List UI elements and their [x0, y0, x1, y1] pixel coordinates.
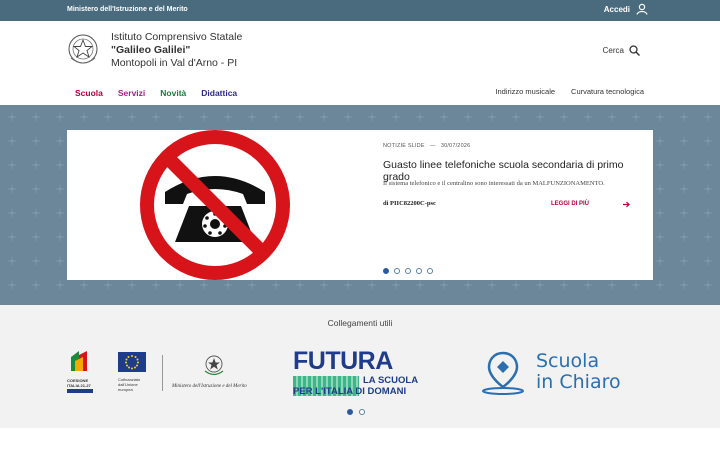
slide-dot-1[interactable]: [383, 268, 389, 274]
coesione-icon: [71, 351, 87, 371]
scuola-line2: in Chiaro: [536, 371, 621, 393]
links-dot-1[interactable]: [347, 409, 353, 415]
search-label: Cerca: [602, 46, 624, 55]
futura-logo[interactable]: FUTURA LA SCUOLA PER L'ITALIA DI DOMANI: [293, 349, 425, 397]
links-dot-2[interactable]: [359, 409, 365, 415]
school-location: Montopoli in Val d'Arno - PI: [111, 57, 238, 69]
map-pin-icon: [482, 351, 524, 395]
slide-meta: NOTIZIE SLIDE — 30/07/2026: [383, 143, 470, 149]
slide-date: 30/07/2026: [440, 143, 471, 149]
slide-author: di PIIC82200C-psc: [383, 200, 436, 207]
slide-pagination: [383, 268, 433, 274]
top-bar: Ministero dell'Istruzione e del Merito A…: [0, 0, 720, 21]
slide-image[interactable]: [67, 130, 368, 280]
futura-tagline: LA SCUOLA: [363, 376, 418, 386]
eu-flag-icon: [118, 352, 146, 372]
nav-indirizzo-musicale[interactable]: Indirizzo musicale: [495, 87, 555, 96]
republic-emblem-icon[interactable]: [67, 32, 99, 68]
login-label: Accedi: [603, 4, 630, 14]
useful-links: Collegamenti utili COESIONE ITALIA 21-27…: [0, 305, 720, 428]
site-header: Istituto Comprensivo Statale "Galileo Ga…: [0, 21, 720, 105]
login-button[interactable]: Accedi: [604, 3, 648, 15]
slide-dot-5[interactable]: [427, 268, 433, 274]
nav-curvatura-tecnologica[interactable]: Curvatura tecnologica: [571, 87, 644, 96]
futura-title: FUTURA: [293, 347, 393, 375]
links-pagination: [347, 409, 365, 415]
school-type: Istituto Comprensivo Statale: [111, 31, 243, 43]
slide-dot-4[interactable]: [416, 268, 422, 274]
ministry-link[interactable]: Ministero dell'Istruzione e del Merito: [67, 6, 188, 13]
main-nav: Scuola Servizi Novità Didattica: [75, 88, 237, 98]
useful-links-heading: Collegamenti utili: [327, 318, 393, 328]
secondary-nav: Indirizzo musicale Curvatura tecnologica: [495, 87, 644, 96]
school-name[interactable]: Istituto Comprensivo Statale "Galileo Ga…: [111, 31, 242, 70]
eu-logo[interactable]: Cofinanziato dall'Unione europea: [118, 352, 152, 392]
coesione-line2: ITALIA 21-27: [67, 383, 91, 388]
futura-line2: PER L'ITALIA DI DOMANI: [293, 386, 407, 397]
page-bottom: [0, 428, 720, 450]
scuola-in-chiaro-logo[interactable]: Scuola in Chiaro: [481, 349, 641, 399]
hero-carousel: NOTIZIE SLIDE — 30/07/2026 Guasto linee …: [0, 105, 720, 305]
futura-line1: LA SCUOLA: [363, 375, 419, 386]
slide-dot-3[interactable]: [405, 268, 411, 274]
read-more-label: LEGGI DI PIÙ: [551, 201, 590, 207]
user-icon: [636, 3, 648, 15]
news-slide[interactable]: NOTIZIE SLIDE — 30/07/2026 Guasto linee …: [67, 130, 653, 280]
slide-category[interactable]: NOTIZIE SLIDE: [383, 143, 425, 149]
ministero-logo[interactable]: Ministero dell'Istruzione e del Merito: [172, 353, 256, 389]
ministero-emblem-icon: [204, 355, 224, 376]
nav-servizi[interactable]: Servizi: [118, 88, 145, 98]
scuola-line1: Scuola: [536, 350, 600, 372]
eu-line2: dall'Unione europea: [118, 382, 138, 392]
arrow-right-icon: [623, 201, 630, 208]
coesione-logo[interactable]: COESIONE ITALIA 21-27: [67, 349, 95, 397]
logo-divider: [162, 355, 163, 391]
slide-dot-2[interactable]: [394, 268, 400, 274]
read-more-link[interactable]: LEGGI DI PIÙ: [551, 201, 630, 208]
nav-didattica[interactable]: Didattica: [201, 88, 237, 98]
search-icon: [629, 45, 640, 56]
nav-scuola[interactable]: Scuola: [75, 88, 103, 98]
no-phone-icon: [140, 130, 290, 280]
school-title: "Galileo Galilei": [111, 44, 191, 56]
slide-description: Il sistema telefonico e il centralino so…: [383, 180, 605, 187]
meta-separator: —: [426, 143, 440, 149]
coesione-bar: [67, 389, 93, 393]
ministero-label: Ministero dell'Istruzione e del Merito: [172, 384, 247, 389]
search-button[interactable]: Cerca: [603, 45, 640, 56]
nav-novita[interactable]: Novità: [160, 88, 186, 98]
scuola-in-chiaro-text: Scuola in Chiaro: [536, 351, 621, 393]
